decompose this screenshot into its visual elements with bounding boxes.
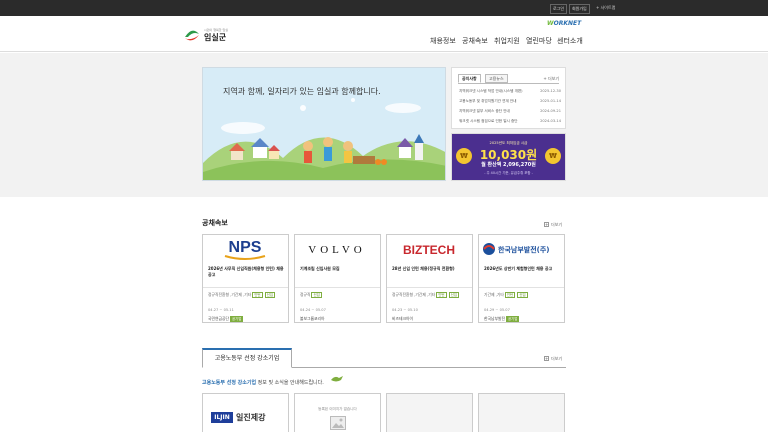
site-logo[interactable]: 시민이 행복한 임실 임실군 bbox=[184, 26, 232, 44]
tag-intern: 인턴 bbox=[504, 292, 516, 298]
sitemap-link[interactable]: + 사이트맵 bbox=[596, 3, 615, 13]
card-divider bbox=[203, 287, 288, 288]
company-name: 비즈테크아이 bbox=[392, 316, 413, 321]
strong-more-link[interactable]: + 더보기 bbox=[544, 356, 562, 362]
tag-public: 공기업 bbox=[505, 316, 520, 322]
svg-text:VOLVO: VOLVO bbox=[308, 244, 366, 256]
company-card[interactable] bbox=[386, 393, 473, 432]
biztech-logo-icon: BIZTECH bbox=[403, 243, 455, 257]
job-type: 기간제 ,기타 인턴 신입 bbox=[484, 292, 528, 298]
nps-logo-icon: NPS bbox=[224, 239, 266, 260]
minimum-wage-banner[interactable]: ₩ ₩ 2025년도 최저임금 시급 10,030원 월 환산액 2,096,2… bbox=[451, 133, 566, 181]
card-divider bbox=[479, 287, 564, 288]
job-card[interactable]: BIZTECH 28년 신입 인턴 채용(정규직 전환형) 정규직전환형 ,기간… bbox=[386, 234, 473, 323]
tag-intern: 인턴 bbox=[252, 292, 263, 298]
job-card[interactable]: VOLVO 기계조립 신입사원 모집 정규직 신입 04.24 ~ 05.07 볼… bbox=[294, 234, 381, 323]
nav-center-intro[interactable]: 센터소개 bbox=[557, 36, 583, 46]
wage-note: - 주 40시간 기준, 유급주휴 포함 - bbox=[484, 171, 533, 175]
job-period: 04.29 ~ 05.07 bbox=[484, 308, 510, 312]
job-type: 정규직 신입 bbox=[300, 292, 322, 298]
hero-slogan: 지역과 함께, 일자리가 있는 임실과 함께합니다. bbox=[223, 87, 381, 96]
company-logo: NPS bbox=[203, 235, 288, 262]
iljin-logo-box: ILJIN bbox=[211, 412, 233, 423]
company-logo: VOLVO bbox=[295, 235, 380, 262]
nav-employment-support[interactable]: 취업지원 bbox=[494, 36, 520, 46]
tag-newcomer: 신입 bbox=[517, 292, 528, 298]
company-card[interactable]: 등록된 이미지가 없습니다 bbox=[294, 393, 381, 432]
card-divider bbox=[295, 287, 380, 288]
tag-newcomer: 신입 bbox=[264, 292, 275, 298]
notice-more-link[interactable]: + 더보기 bbox=[543, 76, 559, 82]
strong-description: 고용노동부 선정 강소기업 정보 및 소식을 안내해드립니다. bbox=[202, 380, 324, 386]
login-link[interactable]: 로그인 bbox=[550, 4, 568, 14]
job-title: 28년 신입 인턴 채용(정규직 전환형) bbox=[392, 266, 455, 271]
card-divider bbox=[387, 287, 472, 288]
site-header: 시민이 행복한 임실 임실군 WORKNET 채용정보 공채속보 취업지원 열린… bbox=[0, 16, 768, 52]
tag-newcomer: 신입 bbox=[448, 292, 459, 298]
job-title: 2026년 사무직 신입직원(체용형 인턴) 채용 공고 bbox=[208, 266, 284, 277]
tag-newcomer: 신입 bbox=[311, 292, 322, 298]
svg-text:한국남부발전(주): 한국남부발전(주) bbox=[498, 245, 549, 254]
village-illustration bbox=[203, 68, 445, 180]
company-logo: BIZTECH bbox=[387, 235, 472, 262]
job-card[interactable]: 한국남부발전(주) 2026년도 상반기 체험형인턴 채용 공고 기간제 ,기타… bbox=[478, 234, 565, 323]
nav-recruit-news[interactable]: 공채속보 bbox=[462, 36, 488, 46]
job-card[interactable]: NPS 2026년 사무직 신입직원(체용형 인턴) 채용 공고 정규직전환형 … bbox=[202, 234, 289, 323]
job-period: 04.27 ~ 05.11 bbox=[208, 308, 234, 312]
company-name: 국민연금공단 공기업 bbox=[208, 316, 244, 322]
news-section-title: 공채속보 bbox=[202, 219, 228, 227]
nav-open-forum[interactable]: 열린마당 bbox=[526, 36, 552, 46]
company-logo-name: 일진제강 bbox=[236, 413, 266, 422]
company-card[interactable]: ILJIN 일진제강 bbox=[202, 393, 289, 432]
plus-icon: + bbox=[544, 222, 549, 227]
company-name: 볼보그룹코리아 bbox=[300, 316, 325, 321]
bird-icon bbox=[331, 376, 343, 382]
company-name: 한국남부발전 공기업 bbox=[484, 316, 520, 322]
worknet-logo[interactable]: WORKNET bbox=[547, 20, 581, 27]
nav-jobs[interactable]: 채용정보 bbox=[430, 36, 456, 46]
join-link[interactable]: 회원가입 bbox=[569, 4, 590, 14]
company-card[interactable] bbox=[478, 393, 565, 432]
job-title: 기계조립 신입사원 모집 bbox=[300, 266, 340, 271]
image-placeholder-icon bbox=[330, 416, 346, 430]
job-period: 04.23 ~ 05.10 bbox=[392, 308, 418, 312]
job-period: 04.24 ~ 05.07 bbox=[300, 308, 326, 312]
company-logo: 한국남부발전(주) bbox=[479, 235, 564, 262]
tag-public: 공기업 bbox=[229, 316, 244, 322]
hero-banner[interactable]: 지역과 함께, 일자리가 있는 임실과 함께합니다. bbox=[202, 67, 446, 181]
news-more-link[interactable]: + 더보기 bbox=[544, 222, 562, 228]
notice-divider bbox=[458, 83, 559, 84]
plus-icon: + bbox=[544, 356, 549, 361]
job-type: 정규직전환형 ,기간제 ,기타 인턴 신입 bbox=[392, 292, 459, 298]
volvo-logo-icon: VOLVO bbox=[308, 244, 366, 256]
notice-panel: 공지사항 고용뉴스 + 더보기 지역워크넷 시스템 작업 안내(시스템 개편) 2… bbox=[451, 67, 566, 129]
tab-employment-news[interactable]: 고용뉴스 bbox=[485, 74, 508, 83]
logo-name: 임실군 bbox=[204, 33, 227, 42]
svg-text:NPS: NPS bbox=[229, 239, 262, 256]
kospo-logo-icon: 한국남부발전(주) bbox=[483, 243, 549, 255]
county-logo-icon bbox=[185, 30, 199, 41]
wage-monthly: 월 환산액 2,096,270원 bbox=[481, 162, 536, 168]
job-title: 2026년도 상반기 체험형인턴 채용 공고 bbox=[484, 266, 553, 271]
tag-intern: 인턴 bbox=[436, 292, 447, 298]
utility-bar: 로그인 회원가입 + 사이트맵 bbox=[0, 0, 768, 16]
tab-notice[interactable]: 공지사항 bbox=[458, 74, 481, 83]
no-image-text: 등록된 이미지가 없습니다 bbox=[318, 407, 357, 411]
strong-company-tabbar: 고용노동부 선정 강소기업 bbox=[202, 348, 566, 368]
job-type: 정규직전환형 ,기간제 ,기타 인턴 신입 bbox=[208, 292, 275, 298]
tab-strong-companies[interactable]: 고용노동부 선정 강소기업 bbox=[202, 348, 292, 368]
svg-text:BIZTECH: BIZTECH bbox=[403, 243, 455, 257]
